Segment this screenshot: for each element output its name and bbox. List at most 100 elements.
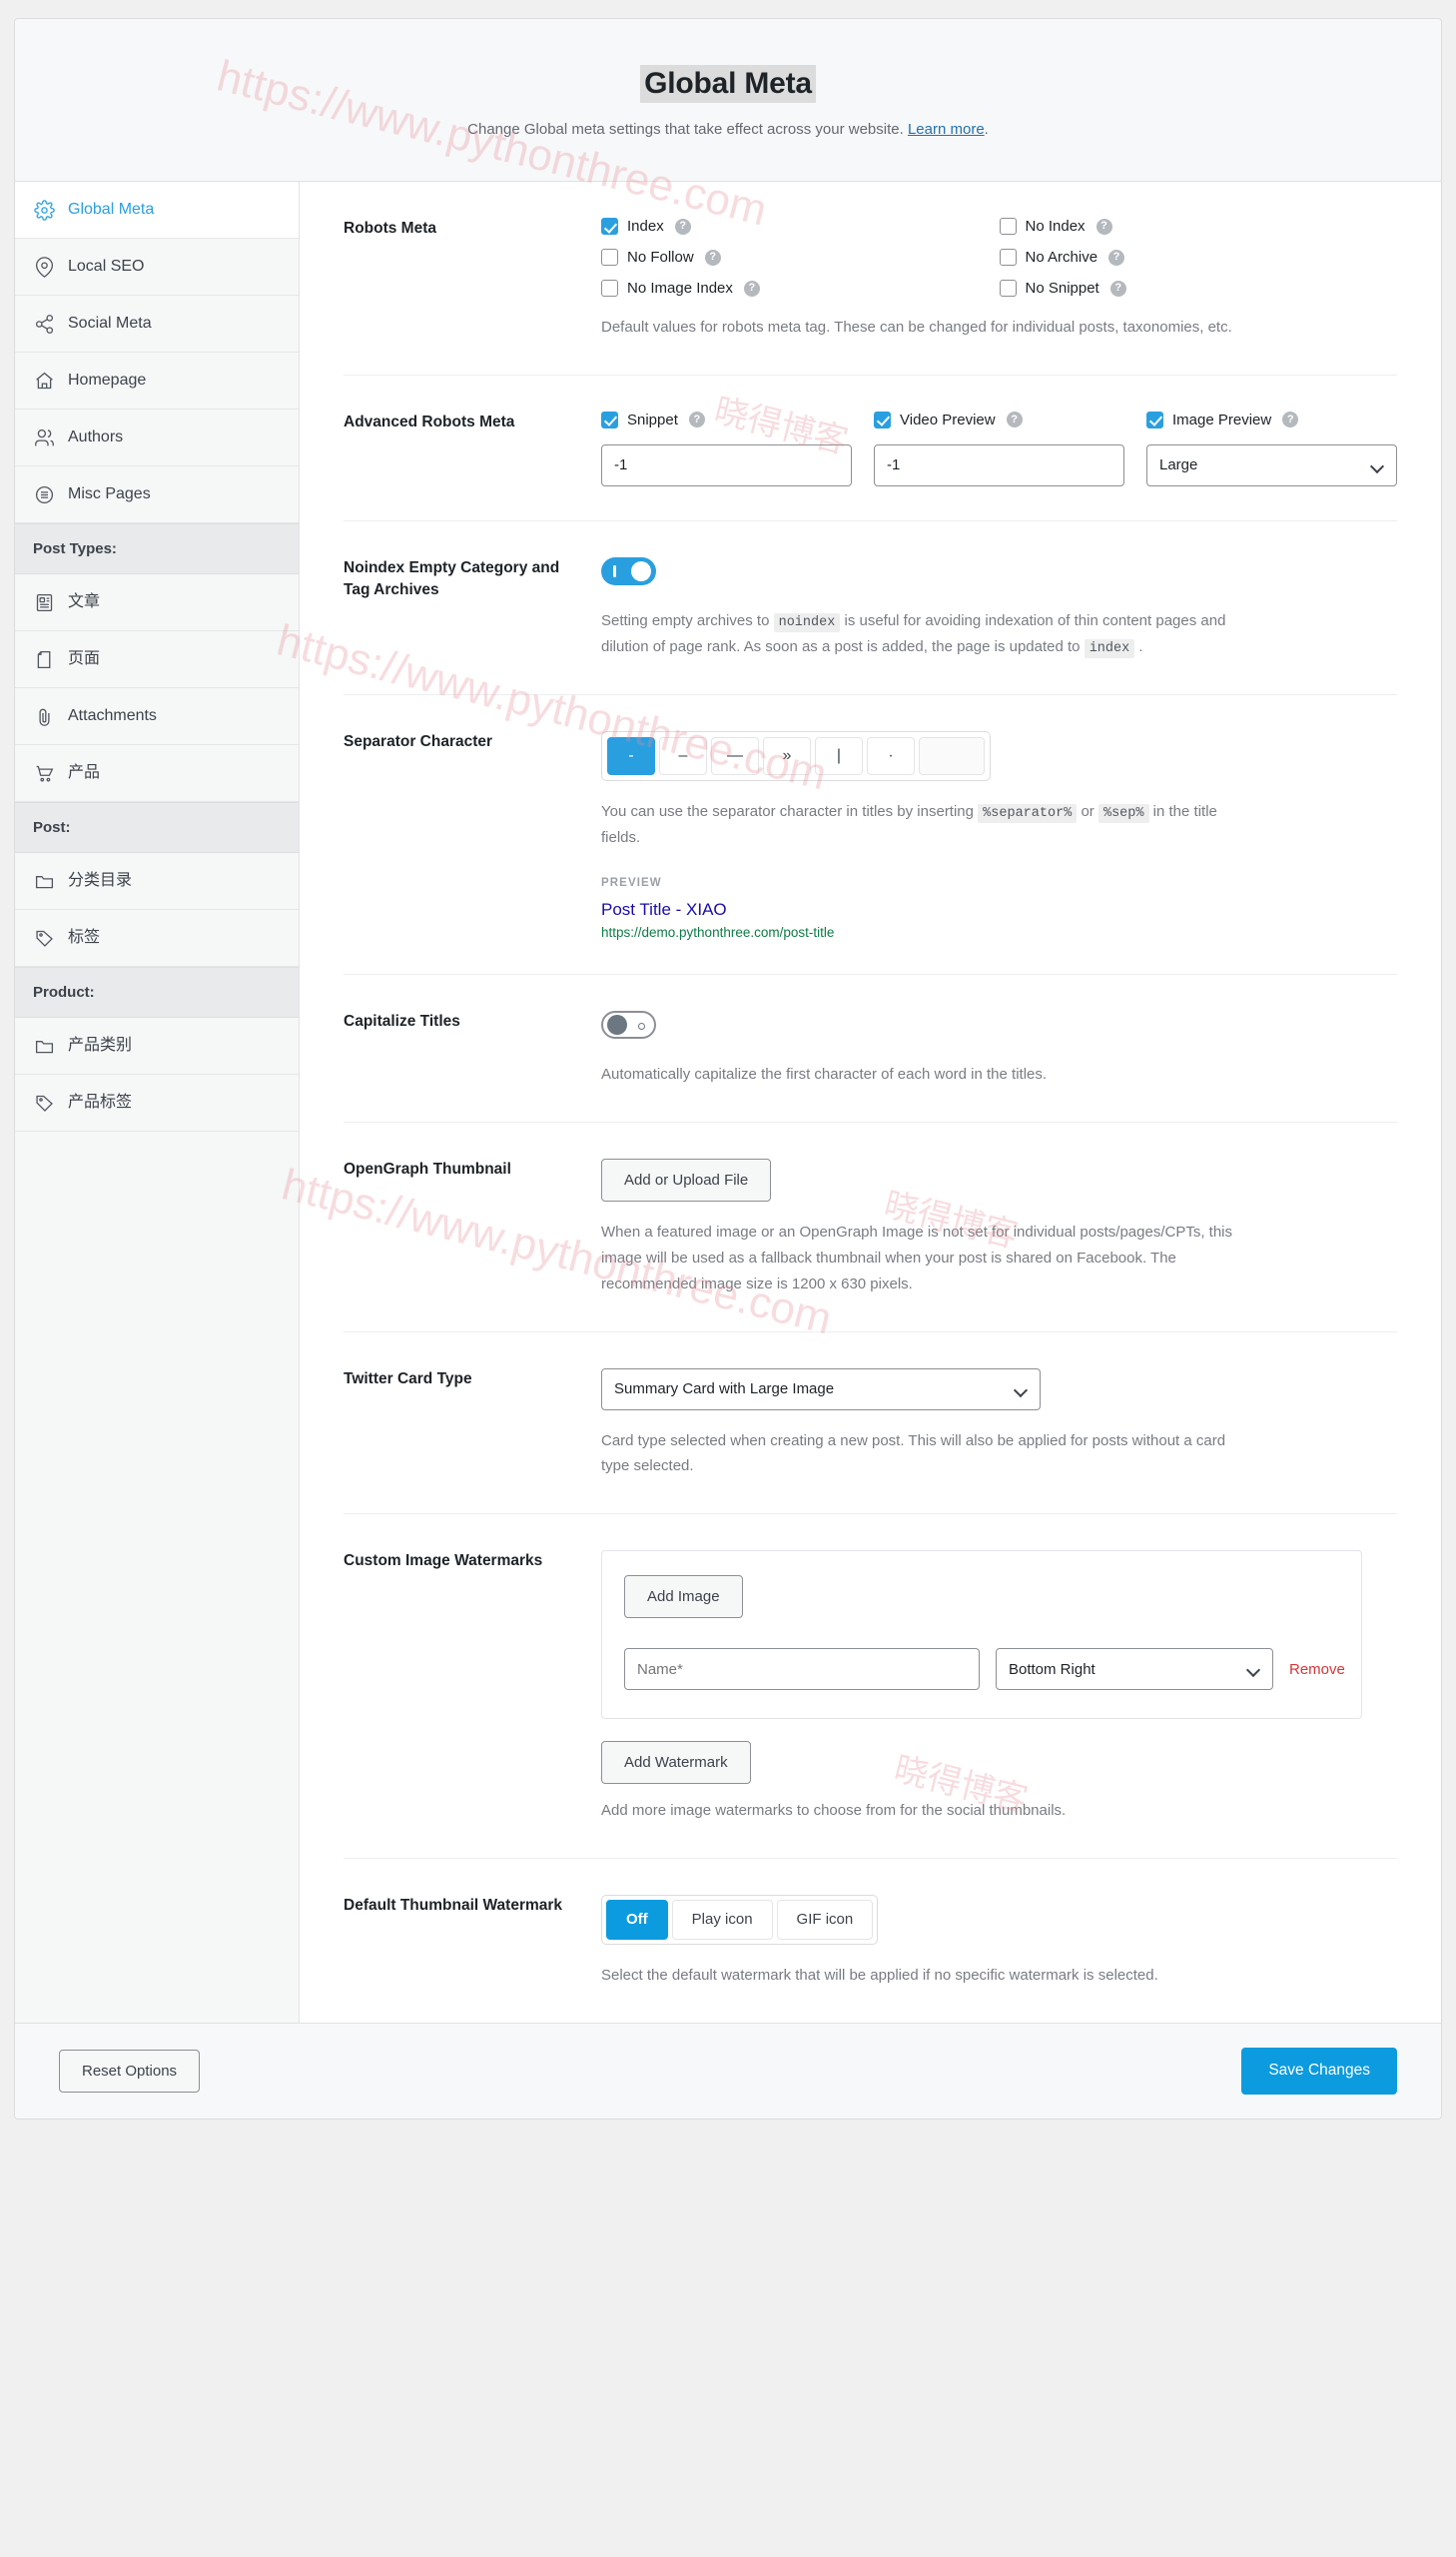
- video-preview-checkbox[interactable]: [874, 411, 891, 428]
- sidebar-item-social-meta[interactable]: Social Meta: [15, 296, 299, 353]
- sidebar-item-homepage[interactable]: Homepage: [15, 353, 299, 410]
- add-image-button[interactable]: Add Image: [624, 1575, 743, 1619]
- opengraph-thumbnail-help: When a featured image or an OpenGraph Im…: [601, 1224, 1233, 1292]
- help-icon[interactable]: ?: [1109, 280, 1126, 297]
- sidebar-item-misc-pages[interactable]: Misc Pages: [15, 466, 299, 523]
- sidebar-item-label: Social Meta: [68, 315, 152, 332]
- snippet-input[interactable]: [601, 443, 852, 486]
- watermarks-help: Add more image watermarks to choose from…: [601, 1802, 1067, 1820]
- sidebar-item-pages[interactable]: 页面: [15, 631, 299, 688]
- watermark-position-select[interactable]: Bottom Right: [996, 1648, 1273, 1691]
- separator-option-emdash[interactable]: —: [711, 737, 759, 776]
- image-preview-checkbox[interactable]: [1146, 411, 1163, 428]
- settings-panel: Global Meta Change Global meta settings …: [14, 18, 1442, 2120]
- twitter-card-select[interactable]: Summary Card with Large Image: [601, 1367, 1041, 1410]
- sidebar-item-local-seo[interactable]: Local SEO: [15, 239, 299, 296]
- page-icon: [33, 648, 55, 670]
- checkbox-row-no-image-index[interactable]: No Image Index ?: [601, 280, 1000, 297]
- no-snippet-checkbox[interactable]: [999, 280, 1017, 297]
- help-icon[interactable]: ?: [1006, 412, 1023, 428]
- remove-watermark-link[interactable]: Remove: [1289, 1661, 1345, 1678]
- sidebar-item-attachments[interactable]: Attachments: [15, 688, 299, 745]
- reset-options-button[interactable]: Reset Options: [59, 2049, 201, 2093]
- list-circle-icon: [33, 483, 55, 505]
- help-text-1: You can use the separator character in t…: [601, 803, 979, 821]
- folder-icon: [33, 870, 55, 892]
- row-label: Separator Character: [344, 733, 493, 751]
- save-changes-button[interactable]: Save Changes: [1241, 2047, 1397, 2095]
- noindex-empty-toggle[interactable]: [601, 556, 656, 585]
- default-watermark-button-group: Off Play icon GIF icon: [601, 1894, 879, 1945]
- add-watermark-button[interactable]: Add Watermark: [601, 1741, 751, 1785]
- row-label: Custom Image Watermarks: [344, 1552, 543, 1570]
- help-icon[interactable]: ?: [1095, 218, 1112, 235]
- sidebar-item-product-categories[interactable]: 产品类别: [15, 1018, 299, 1075]
- help-icon[interactable]: ?: [674, 218, 691, 235]
- checkbox-row-index[interactable]: Index ?: [601, 218, 1000, 235]
- sidebar-item-posts[interactable]: 文章: [15, 574, 299, 631]
- row-label: Twitter Card Type: [344, 1369, 472, 1387]
- image-preview-select[interactable]: Large: [1146, 443, 1397, 486]
- checkbox-label: No Snippet: [1025, 280, 1099, 297]
- advanced-snippet-group: Snippet ?: [601, 411, 852, 486]
- snippet-checkbox[interactable]: [601, 411, 618, 428]
- learn-more-link[interactable]: Learn more: [908, 121, 985, 138]
- help-icon[interactable]: ?: [1282, 412, 1299, 428]
- checkbox-row-no-follow[interactable]: No Follow ?: [601, 249, 1000, 266]
- page-subtitle: Change Global meta settings that take ef…: [35, 119, 1421, 142]
- row-label: Advanced Robots Meta: [344, 413, 515, 430]
- robots-meta-right-column: No Index ? No Archive ? No Snippet ?: [999, 218, 1398, 297]
- noindex-empty-help: Setting empty archives to noindex is use…: [601, 608, 1240, 660]
- no-image-index-checkbox[interactable]: [601, 280, 618, 297]
- panel-footer: Reset Options Save Changes: [15, 2022, 1441, 2119]
- video-preview-input[interactable]: [874, 443, 1124, 486]
- separator-option-custom[interactable]: [919, 737, 985, 776]
- toggle-bar: [638, 1023, 645, 1031]
- checkbox-row-image-preview[interactable]: Image Preview ?: [1146, 411, 1397, 428]
- toggle-bar: [613, 564, 616, 577]
- separator-option-hyphen[interactable]: -: [607, 737, 655, 776]
- checkbox-row-video-preview[interactable]: Video Preview ?: [874, 411, 1124, 428]
- no-follow-checkbox[interactable]: [601, 249, 618, 266]
- separator-option-pipe[interactable]: |: [815, 737, 863, 776]
- help-icon[interactable]: ?: [688, 412, 705, 428]
- sidebar-item-product-tags[interactable]: 产品标签: [15, 1075, 299, 1132]
- separator-option-endash[interactable]: –: [659, 737, 707, 776]
- home-icon: [33, 370, 55, 392]
- index-checkbox[interactable]: [601, 218, 618, 235]
- help-icon[interactable]: ?: [704, 249, 721, 266]
- no-archive-checkbox[interactable]: [999, 249, 1017, 266]
- tag-icon: [33, 1092, 55, 1114]
- add-or-upload-file-button[interactable]: Add or Upload File: [601, 1159, 772, 1203]
- sidebar-item-label: Local SEO: [68, 258, 145, 275]
- help-icon[interactable]: ?: [1108, 249, 1125, 266]
- checkbox-row-snippet[interactable]: Snippet ?: [601, 411, 852, 428]
- sidebar-item-label: 产品: [68, 764, 101, 781]
- default-watermark-option-play-icon[interactable]: Play icon: [671, 1899, 773, 1940]
- no-index-checkbox[interactable]: [999, 218, 1017, 235]
- twitter-card-select-wrap: Summary Card with Large Image: [601, 1367, 1041, 1410]
- checkbox-row-no-archive[interactable]: No Archive ?: [999, 249, 1398, 266]
- map-pin-icon: [33, 256, 55, 278]
- sidebar-item-global-meta[interactable]: Global Meta: [15, 182, 299, 239]
- sidebar-item-authors[interactable]: Authors: [15, 410, 299, 466]
- users-icon: [33, 426, 55, 448]
- watermark-name-input[interactable]: [624, 1648, 980, 1691]
- sidebar: Global Meta Local SEO Social Meta Homepa…: [15, 182, 300, 2023]
- row-label: Noindex Empty Category and Tag Archives: [344, 558, 560, 599]
- code-separator: %separator%: [978, 804, 1078, 824]
- checkbox-row-no-snippet[interactable]: No Snippet ?: [999, 280, 1398, 297]
- row-label: Robots Meta: [344, 220, 436, 237]
- default-watermark-option-gif-icon[interactable]: GIF icon: [776, 1899, 874, 1940]
- separator-option-guillemet[interactable]: »: [763, 737, 811, 776]
- sidebar-item-products[interactable]: 产品: [15, 745, 299, 802]
- default-watermark-option-off[interactable]: Off: [606, 1899, 668, 1940]
- cart-icon: [33, 762, 55, 784]
- sidebar-item-categories[interactable]: 分类目录: [15, 853, 299, 910]
- checkbox-label: Image Preview: [1172, 411, 1272, 428]
- capitalize-titles-toggle[interactable]: [601, 1011, 656, 1040]
- sidebar-item-tags[interactable]: 标签: [15, 910, 299, 967]
- checkbox-row-no-index[interactable]: No Index ?: [999, 218, 1398, 235]
- help-icon[interactable]: ?: [743, 280, 760, 297]
- separator-option-middot[interactable]: ·: [867, 737, 915, 776]
